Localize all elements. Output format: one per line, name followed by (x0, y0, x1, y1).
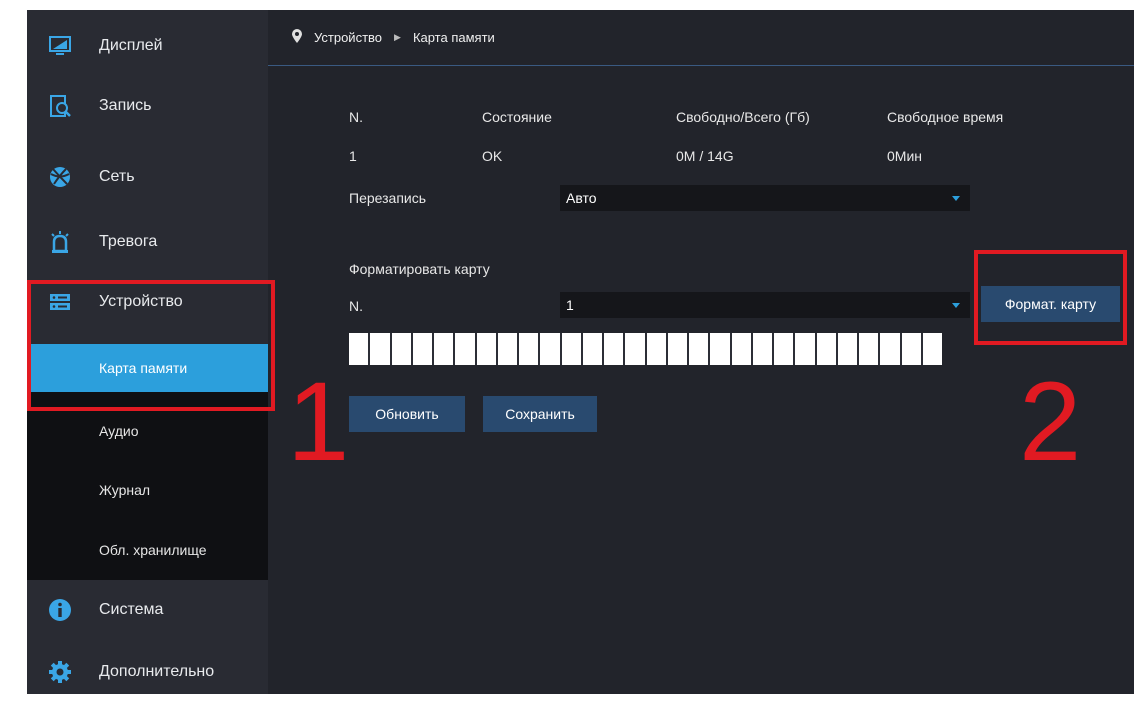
submenu-item-audio[interactable]: Аудио (27, 407, 268, 455)
cell-n: 1 (349, 148, 357, 164)
progress-segment (795, 333, 817, 365)
sidebar-item-advanced[interactable]: Дополнительно (27, 642, 268, 702)
sidebar-item-display[interactable]: Дисплей (27, 16, 268, 76)
progress-segment (497, 333, 519, 365)
sidebar-item-label: Дисплей (99, 37, 163, 54)
progress-segment (604, 333, 626, 365)
chevron-down-icon (952, 303, 960, 308)
sidebar-item-alarm[interactable]: Тревога (27, 212, 268, 272)
progress-segment (816, 333, 838, 365)
sidebar-item-label: Дополнительно (99, 663, 215, 680)
cell-status: OK (482, 148, 503, 164)
progress-segment (540, 333, 562, 365)
annotation-label-1: 1 (287, 359, 350, 484)
location-pin-icon (292, 29, 302, 46)
breadcrumb-parent[interactable]: Устройство (314, 30, 382, 45)
progress-segment (646, 333, 668, 365)
chevron-down-icon (952, 196, 960, 201)
progress-segment (880, 333, 902, 365)
progress-segment (774, 333, 796, 365)
progress-segment (625, 333, 647, 365)
alarm-icon (47, 229, 73, 255)
header-status: Состояние (482, 109, 552, 125)
cell-free-time: 0Мин (887, 148, 922, 164)
header-free-time: Свободное время (887, 109, 1004, 125)
format-progress-bar (349, 333, 942, 365)
overwrite-select[interactable]: Авто (560, 185, 970, 211)
annotation-box-1 (27, 280, 275, 411)
submenu-item-label: Аудио (99, 423, 139, 439)
breadcrumb: Устройство ▶ Карта памяти (268, 10, 1134, 66)
record-icon (47, 93, 73, 119)
format-n-value: 1 (566, 297, 574, 313)
sidebar-item-record[interactable]: Запись (27, 76, 268, 136)
sidebar-item-system[interactable]: Система (27, 580, 268, 640)
header-n: N. (349, 109, 363, 125)
save-button[interactable]: Сохранить (483, 396, 597, 432)
progress-segment (901, 333, 923, 365)
progress-segment (667, 333, 689, 365)
annotation-box-2 (974, 250, 1127, 345)
progress-segment (731, 333, 753, 365)
format-n-select[interactable]: 1 (560, 292, 970, 318)
progress-segment (349, 333, 371, 365)
network-icon (47, 164, 73, 190)
progress-segment (434, 333, 456, 365)
progress-segment (561, 333, 583, 365)
sidebar-item-label: Система (99, 601, 164, 618)
submenu-item-cloud-storage[interactable]: Обл. хранилище (27, 526, 268, 574)
progress-segment (519, 333, 541, 365)
display-icon (47, 33, 73, 59)
refresh-button[interactable]: Обновить (349, 396, 465, 432)
progress-segment (922, 333, 942, 365)
submenu-item-label: Журнал (99, 482, 151, 498)
progress-segment (710, 333, 732, 365)
format-n-label: N. (349, 298, 363, 314)
progress-segment (370, 333, 392, 365)
sidebar-item-label: Тревога (99, 233, 158, 250)
breadcrumb-current: Карта памяти (412, 30, 495, 45)
sidebar-item-label: Запись (99, 97, 152, 114)
breadcrumb-separator-icon: ▶ (394, 32, 401, 42)
gear-icon (47, 659, 73, 685)
progress-segment (391, 333, 413, 365)
app-window: Дисплей Запись Сеть Тревога Устройство К… (27, 10, 1134, 694)
sidebar-item-network[interactable]: Сеть (27, 147, 268, 207)
annotation-label-2: 2 (1019, 359, 1082, 484)
info-icon (47, 597, 73, 623)
progress-segment (689, 333, 711, 365)
sidebar-item-label: Сеть (99, 168, 135, 185)
progress-segment (455, 333, 477, 365)
progress-segment (752, 333, 774, 365)
progress-segment (476, 333, 498, 365)
progress-segment (582, 333, 604, 365)
format-section-title: Форматировать карту (349, 261, 490, 277)
cell-free-total: 0M / 14G (676, 148, 734, 164)
progress-segment (859, 333, 881, 365)
submenu-item-log[interactable]: Журнал (27, 466, 268, 514)
progress-segment (837, 333, 859, 365)
overwrite-value: Авто (566, 190, 597, 206)
header-free-total: Свободно/Всего (Гб) (676, 109, 810, 125)
submenu-item-label: Обл. хранилище (99, 542, 207, 558)
overwrite-label: Перезапись (349, 190, 427, 206)
progress-segment (412, 333, 434, 365)
